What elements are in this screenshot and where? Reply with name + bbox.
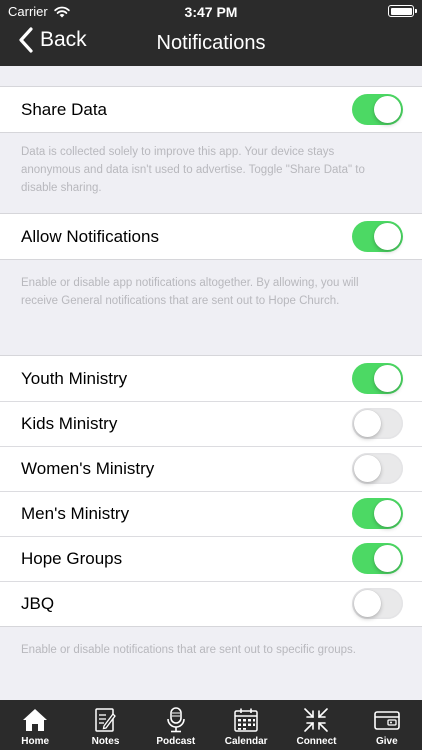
settings-list[interactable]: Share Data Data is collected solely to i… [0,66,422,700]
youth-ministry-toggle[interactable] [352,363,403,394]
row-label: JBQ [21,593,55,613]
top-bar: Carrier 3:47 PM Back Notifications [0,0,422,66]
allow-notifications-group: Allow Notifications [0,213,422,260]
tab-give[interactable]: Give [352,700,422,750]
allow-notifications-toggle[interactable] [352,221,403,252]
tab-label: Give [375,736,398,747]
row-label: Men's Ministry [21,503,130,523]
row-label: Share Data [21,99,107,119]
share-data-footer: Data is collected solely to improve this… [21,146,365,194]
status-bar: Carrier 3:47 PM [0,0,422,22]
wallet-icon [373,711,400,730]
tab-notes[interactable]: Notes [70,700,140,750]
allow-notifications-row: Allow Notifications [0,214,422,259]
calendar-icon [234,708,258,732]
row-label: Women's Ministry [21,458,155,478]
share-data-toggle[interactable] [352,94,403,125]
share-data-group: Share Data [0,86,422,133]
row-label: Youth Ministry [21,368,128,388]
ministry-groups: Youth Ministry Kids Ministry Women's Min… [0,355,422,627]
groups-footer: Enable or disable notifications that are… [21,644,356,656]
tab-bar: Home Notes Podcast Calendar Connect Give [0,700,422,750]
navigation-bar: Back Notifications [0,22,422,66]
tab-label: Podcast [156,736,196,747]
row-label: Kids Ministry [21,413,118,433]
jbq-row: JBQ [0,581,422,626]
tab-label: Calendar [224,736,268,747]
tab-calendar[interactable]: Calendar [211,700,281,750]
microphone-icon [167,707,185,733]
home-icon [23,709,48,731]
connect-arrows-icon [304,708,329,732]
kids-ministry-toggle[interactable] [352,408,403,439]
mens-ministry-row: Men's Ministry [0,491,422,536]
jbq-toggle[interactable] [352,588,403,619]
notes-icon [95,708,117,732]
clock: 3:47 PM [184,4,238,20]
womens-ministry-toggle[interactable] [352,453,403,484]
womens-ministry-row: Women's Ministry [0,446,422,491]
youth-ministry-row: Youth Ministry [0,356,422,401]
mens-ministry-toggle[interactable] [352,498,403,529]
tab-home[interactable]: Home [0,700,70,750]
tab-connect[interactable]: Connect [281,700,351,750]
tab-label: Connect [296,736,337,747]
hope-groups-row: Hope Groups [0,536,422,581]
allow-notifications-footer: Enable or disable app notifications alto… [21,277,359,307]
battery-icon [388,5,417,17]
page-title: Notifications [156,32,266,54]
row-label: Allow Notifications [21,226,159,246]
share-data-row: Share Data [0,87,422,132]
tab-label: Notes [91,736,120,747]
kids-ministry-row: Kids Ministry [0,401,422,446]
tab-label: Home [21,736,50,747]
row-label: Hope Groups [21,548,123,568]
tab-podcast[interactable]: Podcast [141,700,211,750]
hope-groups-toggle[interactable] [352,543,403,574]
